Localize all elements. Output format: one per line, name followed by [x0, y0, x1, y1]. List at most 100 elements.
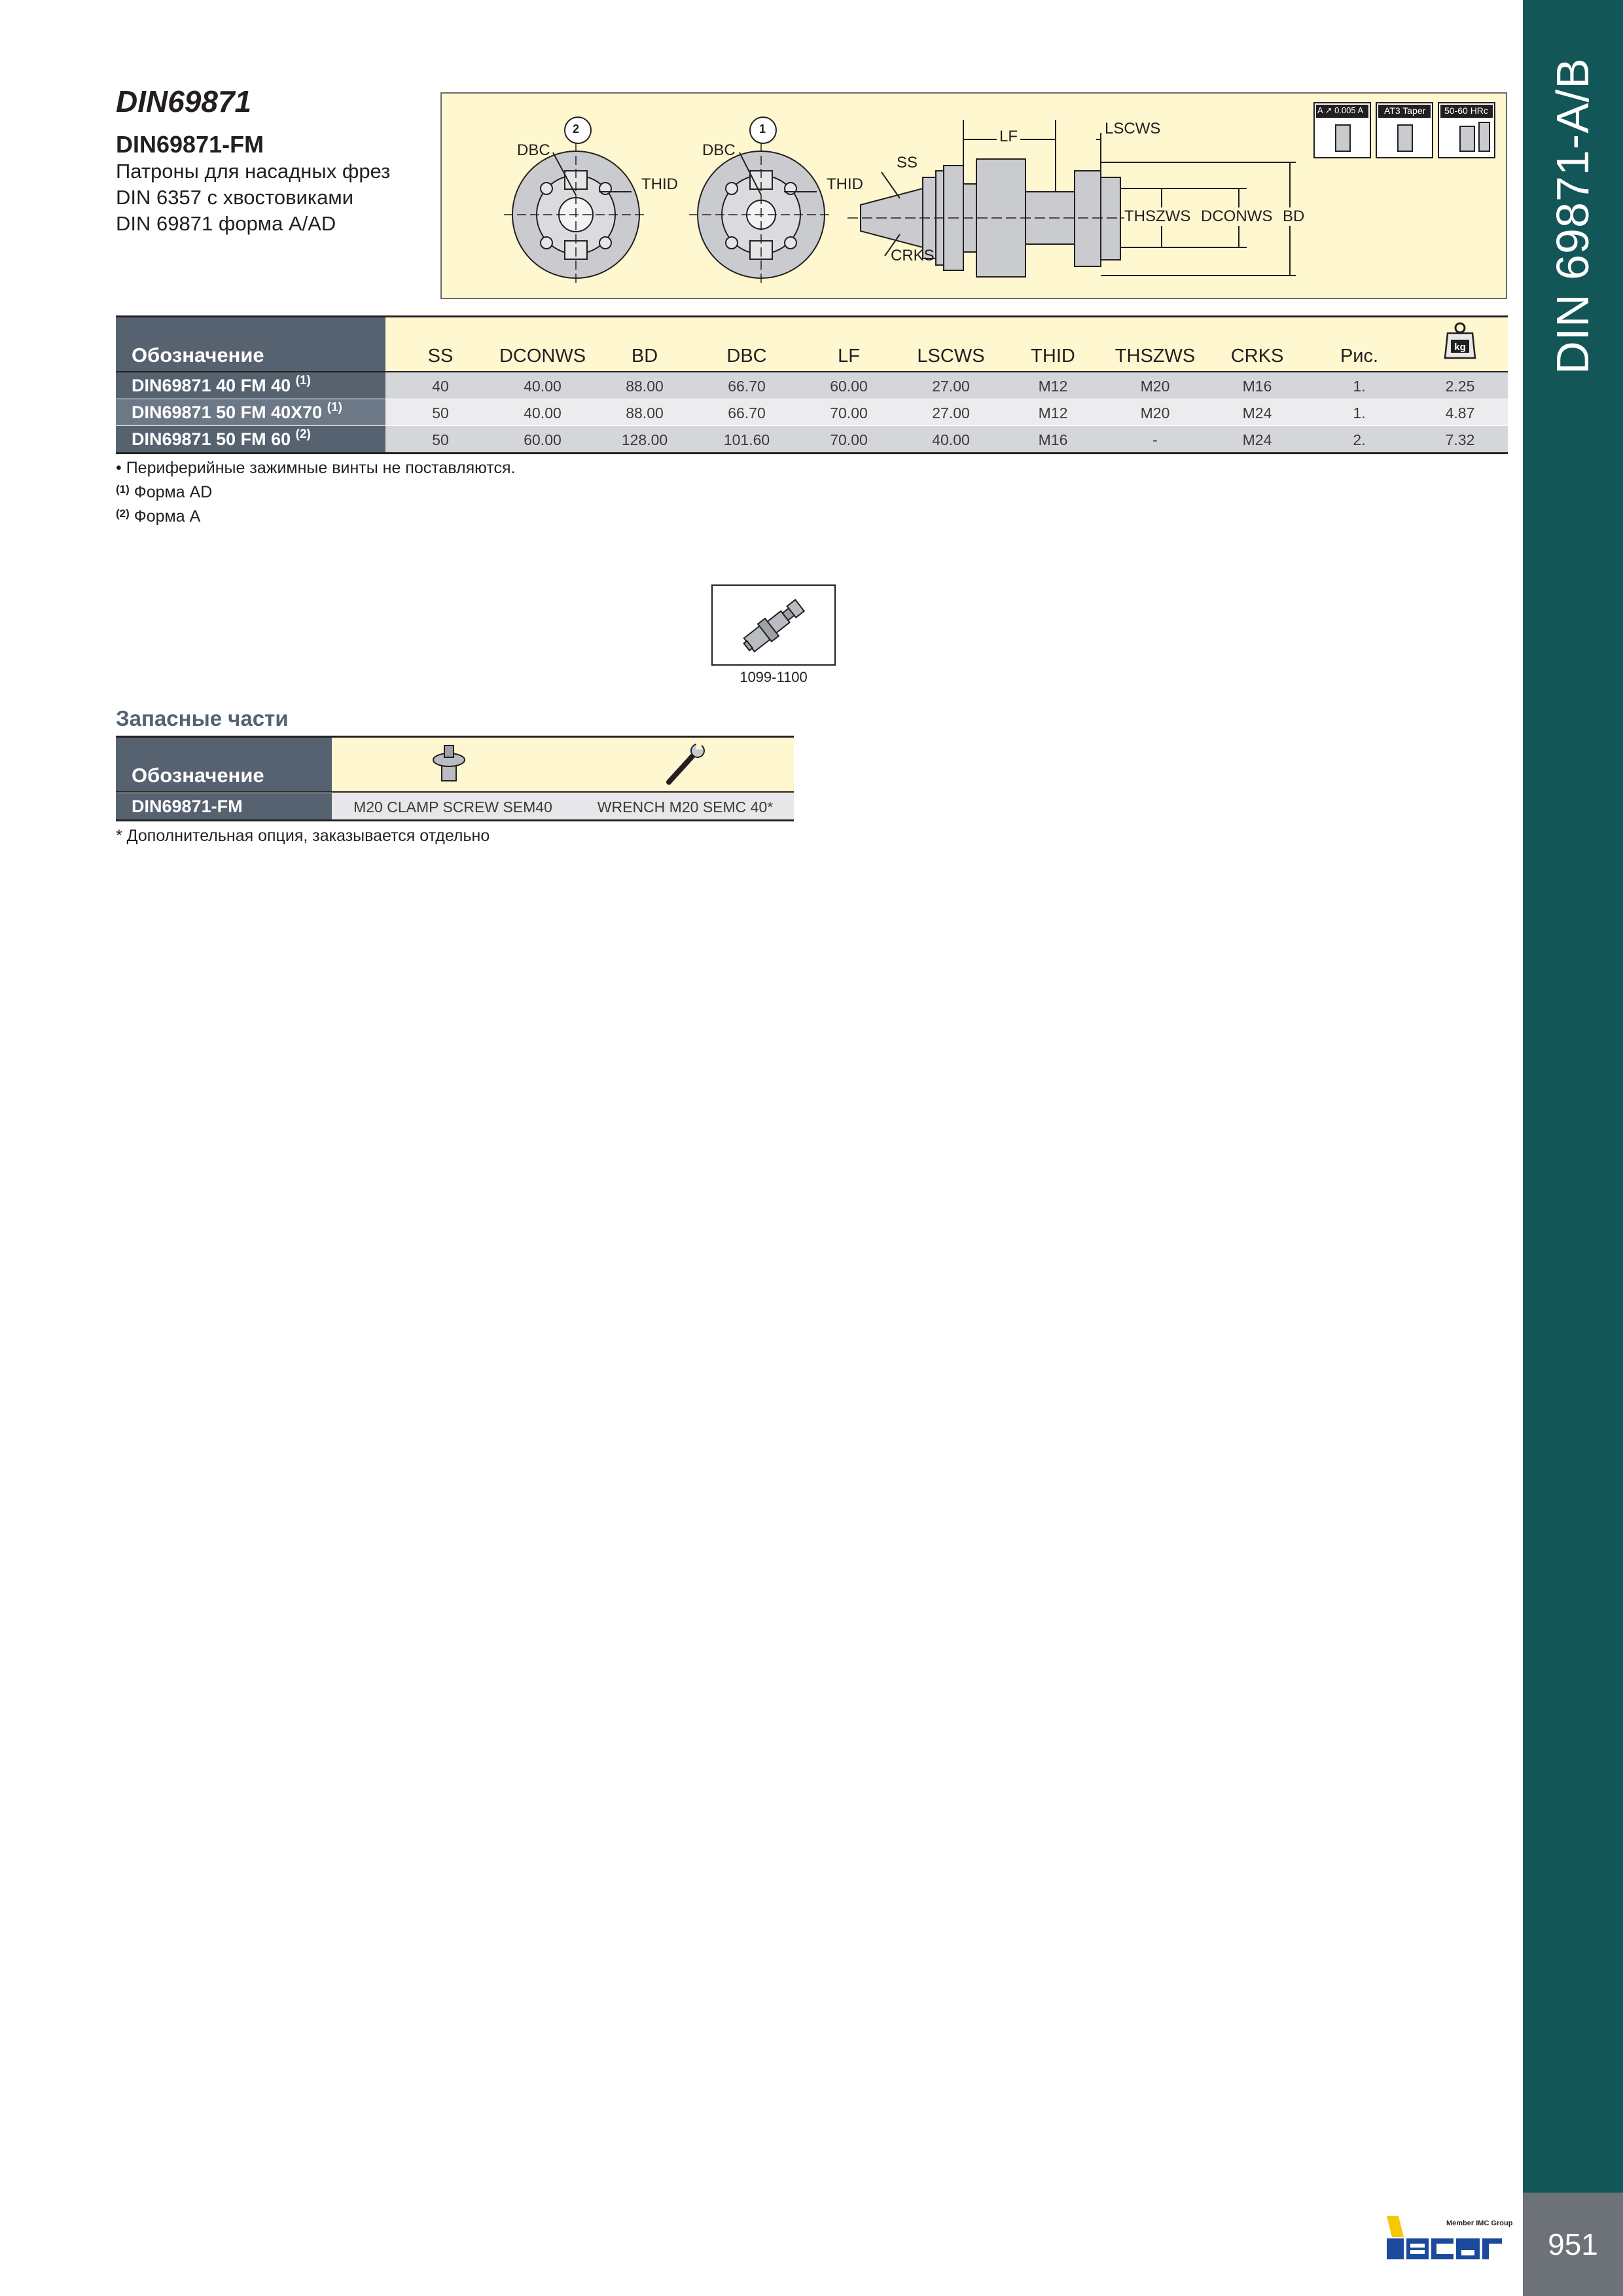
badge-runout: A ↗ 0.005 A: [1317, 105, 1364, 115]
note-form-a: (2) Форма A: [116, 507, 201, 526]
label-lscws: LSCWS: [1105, 120, 1161, 137]
svg-text:kg: kg: [1454, 342, 1466, 353]
spare-row-values: M20 CLAMP SCREW SEM40 WRENCH M20 SEMC 40…: [332, 793, 794, 819]
column-header: LSCWS: [917, 346, 985, 367]
label-bd: BD: [1283, 207, 1305, 226]
label-ss: SS: [897, 154, 918, 171]
product-subtitle: DIN69871-FM: [116, 131, 264, 158]
cell-dbc: 66.70: [728, 404, 766, 422]
cell-crks: M16: [1242, 378, 1272, 395]
spare-header-name: Обозначение: [116, 738, 332, 791]
column-header: DCONWS: [499, 346, 586, 367]
cell-weight: 2.25: [1445, 378, 1475, 395]
table-row: DIN69871 50 FM 40X70 (1) 50 40.00 88.00 …: [116, 399, 1508, 425]
row-designation: DIN69871 40 FM 40 (1): [116, 372, 385, 399]
row-designation: DIN69871 50 FM 60 (2): [116, 426, 385, 452]
row-values: 50 40.00 88.00 66.70 70.00 27.00 M12 M20…: [385, 399, 1508, 425]
table-header-row: SS DCONWS BD DBC LF LSCWS THID THSZWS CR…: [385, 317, 1508, 371]
description-line: DIN 69871 форма A/AD: [116, 212, 336, 235]
spare-parts-title: Запасные части: [116, 706, 289, 730]
table-row: DIN69871 40 FM 40 (1) 40 40.00 88.00 66.…: [116, 372, 1508, 399]
row-values: 50 60.00 128.00 101.60 70.00 40.00 M16 -…: [385, 426, 1508, 452]
spare-header-rule: [116, 791, 794, 793]
cell-thid: M16: [1038, 431, 1068, 448]
cell-dbc: 101.60: [723, 431, 770, 448]
clamp-screw-icon: [433, 745, 465, 781]
cell-lscws: 40.00: [932, 431, 970, 448]
note-bullet: • Периферийные зажимные винты не поставл…: [116, 459, 516, 477]
page-number: 951: [1548, 2227, 1598, 2261]
cell-weight: 4.87: [1445, 404, 1475, 422]
cell-thid: M12: [1038, 378, 1068, 395]
cell-lf: 70.00: [830, 404, 868, 422]
cell-lf: 60.00: [830, 378, 868, 395]
cell-crks: M24: [1242, 404, 1272, 422]
cell-dconws: 60.00: [524, 431, 562, 448]
cell-bd: 88.00: [626, 378, 664, 395]
side-band-title: DIN 69871-A/B: [1547, 58, 1598, 374]
cell-fig: 1.: [1353, 404, 1366, 422]
cell-fig: 2.: [1353, 431, 1366, 448]
cell-bd: 88.00: [626, 404, 664, 422]
wrench-icon: [666, 743, 705, 785]
note-form-ad: (1) Форма AD: [116, 483, 213, 501]
weight-kg-icon: kg: [1444, 322, 1476, 359]
cell-bd: 128.00: [621, 431, 668, 448]
page-title: DIN69871: [116, 84, 252, 118]
row-designation: DIN69871 50 FM 40X70 (1): [116, 399, 385, 425]
column-header: BD: [631, 346, 658, 367]
column-header: Рис.: [1340, 346, 1379, 367]
spare-header-row: [332, 738, 794, 791]
label-crks: CRKS: [891, 247, 935, 264]
pull-stud-label: 1099-1100: [740, 669, 808, 685]
cell-dconws: 40.00: [524, 404, 562, 422]
cell-ss: 50: [432, 404, 449, 422]
cell-thszws: -: [1152, 431, 1158, 448]
pull-stud-icon: [743, 598, 806, 653]
column-header: THSZWS: [1115, 346, 1196, 367]
spare-table-row: DIN69871-FM M20 CLAMP SCREW SEM40 WRENCH…: [116, 793, 794, 819]
iscar-logo: Member IMC Group: [1384, 2211, 1515, 2263]
description-line: Патроны для насадных фрез: [116, 160, 391, 183]
spare-table-bottom-rule: [116, 819, 794, 821]
cell-thszws: M20: [1140, 404, 1170, 422]
cell-lf: 70.00: [830, 431, 868, 448]
cell-crks: M24: [1242, 431, 1272, 448]
label-thszws: THSZWS: [1124, 207, 1191, 226]
spare-item-wrench: WRENCH M20 SEMC 40*: [597, 798, 774, 816]
column-header: CRKS: [1230, 346, 1284, 367]
column-header: SS: [427, 346, 454, 367]
technical-drawing: DBC 2 THID DBC 1 THID SS CRKS LF LSCWS T…: [440, 92, 1507, 299]
cell-dbc: 66.70: [728, 378, 766, 395]
spare-parts-footnote: * Дополнительная опция, заказывается отд…: [116, 827, 490, 845]
cell-ss: 50: [432, 431, 449, 448]
column-header: DBC: [726, 346, 767, 367]
column-header: THID: [1031, 346, 1075, 367]
label-thid: THID: [641, 175, 678, 193]
label-fig2: 2: [573, 122, 580, 135]
column-header: LF: [838, 346, 860, 367]
spare-item-clamp-screw: M20 CLAMP SCREW SEM40: [353, 798, 552, 816]
table-header-name: Обозначение: [116, 317, 385, 371]
label-dconws: DCONWS: [1201, 207, 1273, 226]
cell-thszws: M20: [1140, 378, 1170, 395]
logo-tagline: Member IMC Group: [1446, 2219, 1513, 2227]
pull-stud-image: [711, 584, 836, 666]
cell-thid: M12: [1038, 404, 1068, 422]
flange-view-1: [689, 143, 833, 287]
table-row: DIN69871 50 FM 60 (2) 50 60.00 128.00 10…: [116, 426, 1508, 452]
row-values: 40 40.00 88.00 66.70 60.00 27.00 M12 M20…: [385, 372, 1508, 399]
label-thid: THID: [827, 175, 863, 193]
flange-view-2: [504, 143, 648, 287]
cell-lscws: 27.00: [932, 404, 970, 422]
badge-hardness: 50-60 HRc: [1444, 105, 1488, 116]
label-fig1: 1: [759, 122, 766, 135]
spare-row-designation: DIN69871-FM: [116, 793, 332, 819]
cell-ss: 40: [432, 378, 449, 395]
cell-lscws: 27.00: [932, 378, 970, 395]
table-bottom-rule: [116, 452, 1508, 454]
description-line: DIN 6357 с хвостовиками: [116, 186, 354, 209]
label-dbc: DBC: [702, 141, 736, 159]
drawing-graphic: [504, 102, 1495, 287]
iscar-logo-graphic: Member IMC Group: [1387, 2216, 1513, 2259]
